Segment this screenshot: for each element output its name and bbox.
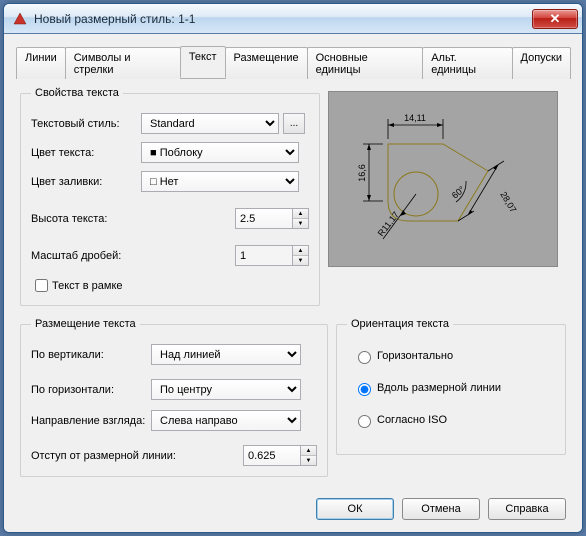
spinner-text-height[interactable]: ▲▼	[293, 208, 309, 229]
titlebar: Новый размерный стиль: 1-1 ✕	[4, 4, 582, 34]
radio-aligned[interactable]	[358, 383, 371, 396]
tab-strip: Линии Символы и стрелки Текст Размещение…	[16, 46, 570, 79]
radio-iso[interactable]	[358, 415, 371, 428]
tab-tol[interactable]: Допуски	[512, 47, 571, 79]
radio-label-iso: Согласно ISO	[377, 414, 447, 426]
label-fill-color: Цвет заливки:	[31, 176, 141, 188]
radio-label-horizontal: Горизонтально	[377, 350, 453, 362]
cancel-button[interactable]: Отмена	[402, 498, 480, 520]
dim-left: 16,6	[357, 164, 367, 182]
tab-primary[interactable]: Основные единицы	[307, 47, 424, 79]
ok-button[interactable]: ОК	[316, 498, 394, 520]
preview-pane: 14,11 16,6 28,07	[328, 91, 558, 267]
select-vertical[interactable]: Над линией	[151, 344, 301, 365]
client-area: Линии Символы и стрелки Текст Размещение…	[4, 34, 582, 532]
group-text-appearance: Свойства текста Текстовый стиль: Standar…	[20, 87, 320, 306]
tab-fit[interactable]: Размещение	[225, 47, 308, 79]
label-offset: Отступ от размерной линии:	[31, 450, 211, 462]
group-text-orientation: Ориентация текста Горизонтально Вдоль ра…	[336, 318, 566, 455]
button-row: ОК Отмена Справка	[16, 488, 570, 524]
select-fill-color[interactable]: □ Нет	[141, 171, 299, 192]
close-button[interactable]: ✕	[532, 9, 578, 29]
dialog-window: Новый размерный стиль: 1-1 ✕ Линии Симво…	[3, 3, 583, 533]
input-fraction-scale[interactable]	[235, 245, 293, 266]
input-offset[interactable]	[243, 445, 301, 466]
checkbox-text-frame[interactable]	[35, 279, 48, 292]
group-text-placement: Размещение текста По вертикали: Над лини…	[20, 318, 328, 477]
browse-style-button[interactable]: ...	[283, 113, 305, 134]
app-icon	[12, 11, 28, 27]
window-title: Новый размерный стиль: 1-1	[34, 12, 532, 26]
tab-alt[interactable]: Альт. единицы	[422, 47, 512, 79]
label-horizontal: По горизонтали:	[31, 384, 151, 396]
tab-symbols[interactable]: Символы и стрелки	[65, 47, 181, 79]
spinner-fraction-scale[interactable]: ▲▼	[293, 245, 309, 266]
close-icon: ✕	[550, 11, 561, 27]
tab-lines[interactable]: Линии	[16, 47, 66, 79]
select-text-style[interactable]: Standard	[141, 113, 279, 134]
radio-label-aligned: Вдоль размерной линии	[377, 382, 501, 394]
label-view-direction: Направление взгляда:	[31, 415, 151, 427]
label-text-color: Цвет текста:	[31, 147, 141, 159]
label-vertical: По вертикали:	[31, 349, 151, 361]
help-button[interactable]: Справка	[488, 498, 566, 520]
tab-body: Свойства текста Текстовый стиль: Standar…	[16, 79, 570, 488]
label-text-height: Высота текста:	[31, 213, 161, 225]
select-view-direction[interactable]: Слева направо	[151, 410, 301, 431]
select-horizontal[interactable]: По центру	[151, 379, 301, 400]
select-text-color[interactable]: ■ Поблоку	[141, 142, 299, 163]
legend-placement: Размещение текста	[31, 318, 140, 330]
dim-top: 14,11	[404, 113, 426, 123]
spinner-offset[interactable]: ▲▼	[301, 445, 317, 466]
tab-text[interactable]: Текст	[180, 46, 226, 78]
label-text-style: Текстовый стиль:	[31, 118, 141, 130]
legend-orientation: Ориентация текста	[347, 318, 453, 330]
radio-horizontal[interactable]	[358, 351, 371, 364]
label-fraction-scale: Масштаб дробей:	[31, 250, 161, 262]
legend-appearance: Свойства текста	[31, 87, 123, 99]
input-text-height[interactable]	[235, 208, 293, 229]
label-text-frame: Текст в рамке	[52, 280, 123, 292]
